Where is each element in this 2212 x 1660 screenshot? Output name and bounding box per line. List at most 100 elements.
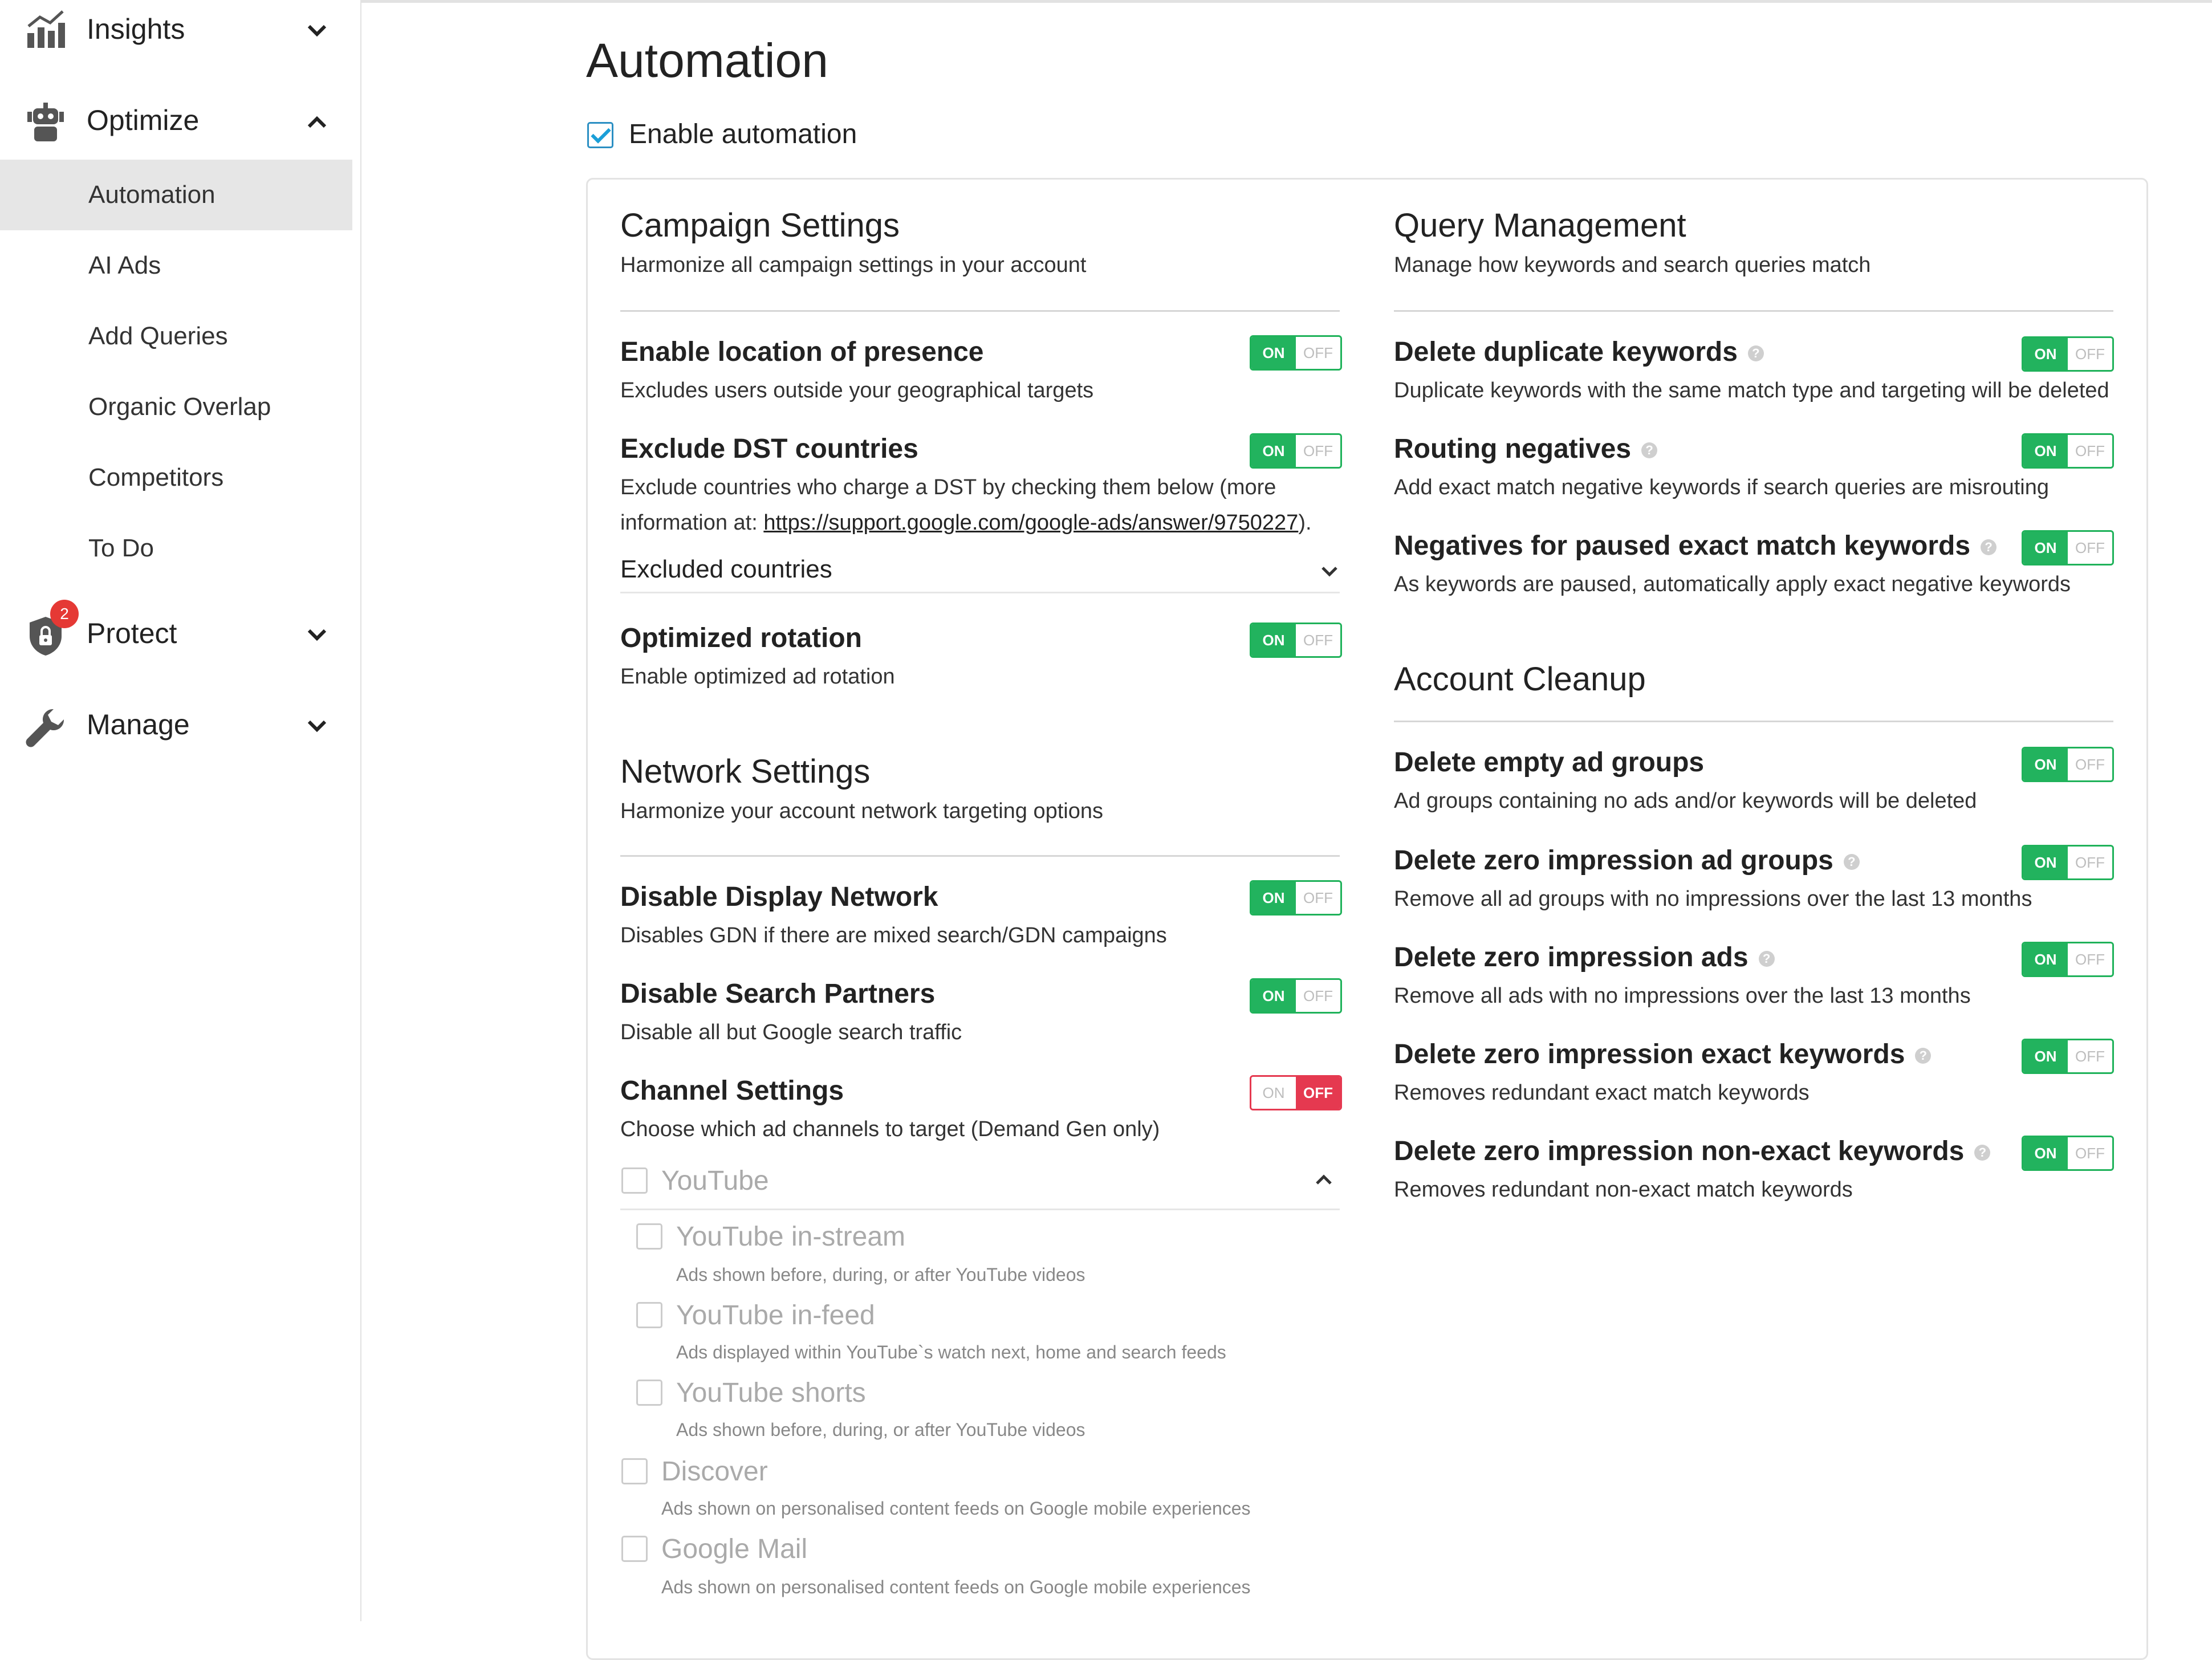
channel-settings-toggle[interactable]: ON OFF [1250,1075,1342,1110]
toggle-off-label: OFF [2068,338,2112,370]
duplicate-keywords-toggle[interactable]: ON OFF [2022,336,2114,372]
discover-desc: Ads shown on personalised content feeds … [661,1498,1251,1519]
optimized-rotation-desc: Enable optimized ad rotation [620,665,895,689]
zero-ads-desc: Remove all ads with no impressions over … [1394,984,1971,1008]
youtube-shorts-checkbox[interactable] [636,1380,662,1406]
zero-nonexact-toggle[interactable]: ON OFF [2022,1136,2114,1171]
toggle-on-label: ON [2023,435,2068,467]
paused-negatives-desc: As keywords are paused, automatically ap… [1394,572,2071,596]
duplicate-keywords-desc: Duplicate keywords with the same match t… [1394,379,2109,402]
sidebar-item-organic-overlap[interactable]: Organic Overlap [0,372,352,442]
youtube-instream-label: YouTube in-stream [676,1222,905,1252]
routing-negatives-desc: Add exact match negative keywords if sea… [1394,475,2049,499]
sidebar: Insights Optimize Automation AI Ads Add … [0,0,361,1621]
enable-automation-checkbox[interactable] [587,122,613,148]
divider [620,592,1340,593]
zero-ad-groups-toggle[interactable]: ON OFF [2022,845,2114,880]
campaign-settings-subtitle: Harmonize all campaign settings in your … [620,253,1087,277]
youtube-checkbox[interactable] [621,1167,648,1194]
paused-negatives-toggle[interactable]: ON OFF [2022,530,2114,565]
toggle-on-label: ON [1251,337,1296,369]
help-icon[interactable]: ? [1758,951,1775,967]
sidebar-item-add-queries[interactable]: Add Queries [0,301,352,372]
toggle-on-label: ON [1251,980,1296,1012]
location-presence-toggle[interactable]: ON OFF [1250,335,1342,371]
help-icon[interactable]: ? [1747,345,1764,362]
help-icon[interactable]: ? [1981,539,1997,556]
option-title-text: Routing negatives [1394,434,1632,464]
dst-info-link[interactable]: https://support.google.com/google-ads/an… [763,511,1298,535]
disable-partners-toggle[interactable]: ON OFF [1250,978,1342,1014]
option-title-text: Delete zero impression ad groups [1394,845,1833,876]
youtube-infeed-desc: Ads displayed within YouTube`s watch nex… [676,1342,1226,1362]
sidebar-item-label: To Do [88,534,154,562]
zero-exact-toggle[interactable]: ON OFF [2022,1039,2114,1074]
toggle-off-label: OFF [2068,847,2112,878]
chevron-up-icon[interactable] [1312,1169,1335,1191]
robot-icon [27,103,64,141]
sidebar-item-to-do[interactable]: To Do [0,513,352,584]
empty-ad-groups-desc: Ad groups containing no ads and/or keywo… [1394,789,1977,813]
disable-display-title: Disable Display Network [620,882,938,912]
divider [1394,310,2113,312]
youtube-instream-checkbox[interactable] [636,1223,662,1250]
toggle-off-label: OFF [1296,980,1340,1012]
gmail-checkbox[interactable] [621,1536,648,1562]
disable-partners-desc: Disable all but Google search traffic [620,1020,962,1044]
chevron-up-icon [307,116,327,128]
youtube-label: YouTube [661,1166,769,1196]
campaign-settings-title: Campaign Settings [620,207,900,244]
option-title-text: Delete zero impression ads [1394,942,1749,973]
divider [620,855,1340,857]
help-icon[interactable]: ? [1641,442,1658,459]
nav-manage[interactable]: Manage [0,695,352,764]
chevron-down-icon [1321,567,1337,577]
nav-optimize[interactable]: Optimize [0,91,352,160]
toggle-off-label: OFF [2068,435,2112,467]
sidebar-item-ai-ads[interactable]: AI Ads [0,230,352,301]
account-cleanup-title: Account Cleanup [1394,661,1646,698]
zero-ad-groups-title: Delete zero impression ad groups? [1394,845,1860,876]
help-icon[interactable]: ? [1843,854,1860,870]
youtube-infeed-checkbox[interactable] [636,1302,662,1328]
duplicate-keywords-title: Delete duplicate keywords? [1394,336,1764,368]
empty-ad-groups-toggle[interactable]: ON OFF [2022,747,2114,782]
toggle-on-label: ON [1251,1077,1296,1109]
sidebar-item-label: Automation [88,181,215,209]
toggle-on-label: ON [2023,748,2068,780]
excluded-countries-label: Excluded countries [620,555,832,583]
toggle-off-label: OFF [1296,1077,1340,1109]
disable-partners-title: Disable Search Partners [620,979,936,1009]
optimized-rotation-toggle[interactable]: ON OFF [1250,622,1342,658]
discover-checkbox[interactable] [621,1458,648,1484]
toggle-on-label: ON [1251,624,1296,656]
nav-protect-label: Protect [87,617,177,649]
chevron-down-icon [307,720,327,733]
help-icon[interactable]: ? [1915,1048,1932,1064]
nav-insights[interactable]: Insights [0,0,352,68]
sidebar-item-label: AI Ads [88,251,161,279]
routing-negatives-toggle[interactable]: ON OFF [2022,433,2114,469]
zero-ads-toggle[interactable]: ON OFF [2022,942,2114,977]
network-settings-title: Network Settings [620,753,871,790]
exclude-dst-toggle[interactable]: ON OFF [1250,433,1342,469]
toggle-on-label: ON [2023,1137,2068,1169]
chevron-down-icon [307,629,327,641]
disable-display-toggle[interactable]: ON OFF [1250,880,1342,916]
youtube-instream-desc: Ads shown before, during, or after YouTu… [676,1264,1085,1285]
help-icon[interactable]: ? [1974,1145,1991,1161]
divider [620,1209,1340,1210]
sidebar-item-label: Competitors [88,463,224,491]
nav-optimize-label: Optimize [87,104,200,136]
empty-ad-groups-title: Delete empty ad groups [1394,747,1705,778]
zero-nonexact-title: Delete zero impression non-exact keyword… [1394,1136,1991,1167]
divider [1394,721,2113,722]
sidebar-item-automation[interactable]: Automation [0,160,352,230]
toggle-off-label: OFF [1296,882,1340,914]
location-presence-desc: Excludes users outside your geographical… [620,379,1094,402]
toggle-off-label: OFF [2068,1040,2112,1072]
wrench-icon [26,709,64,747]
channel-settings-desc: Choose which ad channels to target (Dema… [620,1117,1160,1141]
divider [620,310,1340,312]
sidebar-item-competitors[interactable]: Competitors [0,442,352,513]
